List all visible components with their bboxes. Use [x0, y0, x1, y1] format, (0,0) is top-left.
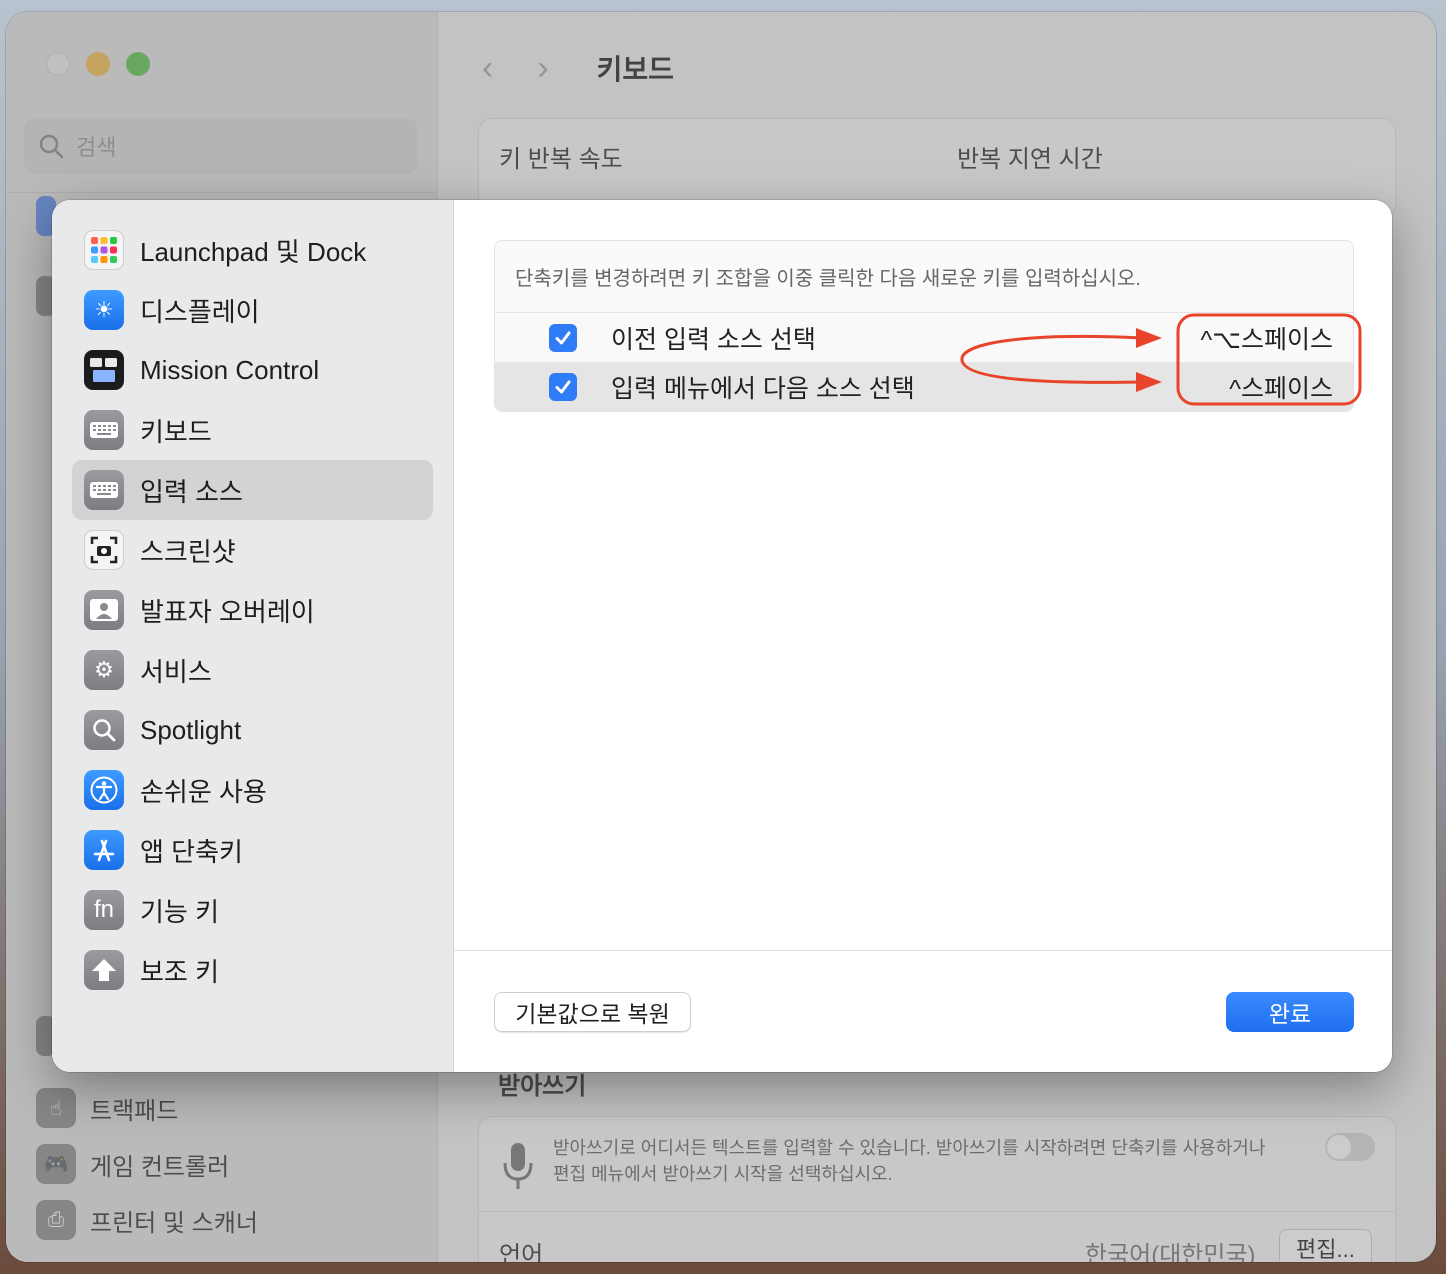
- category-function-keys[interactable]: fn 기능 키: [72, 880, 433, 940]
- search-placeholder: 검색: [76, 135, 117, 160]
- shortcut-pane: 단축키를 변경하려면 키 조합을 이중 클릭한 다음 새로운 키를 입력하십시오…: [454, 200, 1392, 1072]
- sidebar-search-input[interactable]: 검색: [24, 118, 418, 174]
- category-keyboard[interactable]: 키보드: [72, 400, 433, 460]
- back-button[interactable]: ‹: [482, 49, 493, 88]
- close-window-button[interactable]: [46, 52, 70, 76]
- fn-key-icon: fn: [84, 890, 124, 930]
- category-label: 디스플레이: [140, 296, 260, 327]
- category-accessibility[interactable]: 손쉬운 사용: [72, 760, 433, 820]
- done-button[interactable]: 완료: [1226, 992, 1354, 1032]
- search-icon: [39, 134, 64, 159]
- dictation-toggle[interactable]: [1325, 1133, 1375, 1161]
- repeat-delay-label: 반복 지연 시간: [957, 146, 1103, 173]
- language-value: 한국어(대한민국): [1085, 1242, 1256, 1262]
- dictation-description: 편집 메뉴에서 받아쓰기 시작을 선택하십시오.: [553, 1164, 893, 1184]
- spotlight-search-icon: [84, 710, 124, 750]
- category-mission-control[interactable]: Mission Control: [72, 340, 433, 400]
- keyboard-shortcuts-dialog: Launchpad 및 Dock ☀ 디스플레이 Mission Control…: [52, 200, 1392, 1072]
- category-label: Mission Control: [140, 354, 320, 385]
- checkmark-icon: [555, 331, 571, 344]
- category-label: 스크린샷: [140, 536, 236, 567]
- shortcut-row-previous-source[interactable]: 이전 입력 소스 선택 ^⌥스페이스: [495, 313, 1353, 362]
- shortcut-label: 입력 메뉴에서 다음 소스 선택: [611, 374, 915, 403]
- category-label: 손쉬운 사용: [140, 776, 267, 807]
- category-app-shortcuts[interactable]: 앱 단축키: [72, 820, 433, 880]
- shortcut-enable-checkbox[interactable]: [549, 323, 577, 352]
- category-label: 서비스: [140, 656, 212, 687]
- shortcut-hint: 단축키를 변경하려면 키 조합을 이중 클릭한 다음 새로운 키를 입력하십시오…: [495, 241, 1353, 313]
- category-label: 입력 소스: [140, 476, 243, 507]
- zoom-window-button[interactable]: [126, 52, 150, 76]
- presenter-overlay-icon: [84, 590, 124, 630]
- category-label: 키보드: [140, 416, 212, 447]
- window-controls: [46, 52, 150, 76]
- shortcut-label: 이전 입력 소스 선택: [611, 325, 816, 354]
- shortcut-row-next-source[interactable]: 입력 메뉴에서 다음 소스 선택 ^스페이스: [495, 362, 1353, 411]
- sidebar-list: ☝ 트랙패드 🎮 게임 컨트롤러 ⎙ 프린터 및 스캐너: [36, 1080, 258, 1248]
- keyboard-icon: [84, 410, 124, 450]
- screenshot-icon: [84, 530, 124, 570]
- app-shortcuts-icon: [84, 830, 124, 870]
- category-modifier-keys[interactable]: 보조 키: [72, 940, 433, 1000]
- category-screenshots[interactable]: 스크린샷: [72, 520, 433, 580]
- category-input-sources[interactable]: 입력 소스: [72, 460, 433, 520]
- category-label: 발표자 오버레이: [140, 596, 315, 627]
- printer-icon: ⎙: [36, 1200, 76, 1240]
- services-gear-icon: ⚙: [84, 650, 124, 690]
- key-repeat-label: 키 반복 속도: [499, 146, 623, 173]
- dictation-card: 받아쓰기로 어디서든 텍스트를 입력할 수 있습니다. 받아쓰기를 시작하려면 …: [478, 1116, 1396, 1262]
- category-label: 보조 키: [140, 956, 219, 987]
- gamepad-icon: 🎮: [36, 1144, 76, 1184]
- restore-defaults-button[interactable]: 기본값으로 복원: [494, 992, 691, 1032]
- sidebar-item-label: 트랙패드: [90, 1097, 179, 1125]
- category-display[interactable]: ☀ 디스플레이: [72, 280, 433, 340]
- shortcut-categories: Launchpad 및 Dock ☀ 디스플레이 Mission Control…: [52, 200, 454, 1072]
- launchpad-icon: [84, 230, 124, 270]
- dialog-footer-divider: [454, 950, 1392, 951]
- forward-button[interactable]: ›: [537, 49, 548, 88]
- language-edit-button[interactable]: 편집...: [1279, 1229, 1372, 1262]
- category-label: Launchpad 및 Dock: [140, 236, 367, 267]
- shortcut-enable-checkbox[interactable]: [549, 372, 577, 401]
- category-label: 기능 키: [140, 896, 219, 927]
- category-label: Spotlight: [140, 714, 242, 745]
- sidebar-item-label: 프린터 및 스캐너: [90, 1209, 258, 1237]
- category-label: 앱 단축키: [140, 836, 243, 867]
- mission-control-icon: [84, 350, 124, 390]
- language-label: 언어: [499, 1242, 544, 1262]
- input-source-icon: [84, 470, 124, 510]
- dictation-description: 받아쓰기로 어디서든 텍스트를 입력할 수 있습니다. 받아쓰기를 시작하려면 …: [553, 1138, 1266, 1158]
- shortcut-keys[interactable]: ^⌥스페이스: [1200, 320, 1333, 356]
- trackpad-icon: ☝: [36, 1088, 76, 1128]
- modifier-key-icon: [84, 950, 124, 990]
- minimize-window-button[interactable]: [86, 52, 110, 76]
- sidebar-item-printers[interactable]: ⎙ 프린터 및 스캐너: [36, 1192, 258, 1248]
- toolbar: ‹ › 키보드: [482, 48, 674, 88]
- page-title: 키보드: [596, 54, 674, 85]
- category-services[interactable]: ⚙ 서비스: [72, 640, 433, 700]
- display-brightness-icon: ☀: [84, 290, 124, 330]
- checkmark-icon: [555, 380, 571, 393]
- category-launchpad-dock[interactable]: Launchpad 및 Dock: [72, 220, 433, 280]
- sidebar-item-label: 게임 컨트롤러: [90, 1153, 230, 1181]
- category-spotlight[interactable]: Spotlight: [72, 700, 433, 760]
- sidebar-item-game-controller[interactable]: 🎮 게임 컨트롤러: [36, 1136, 258, 1192]
- category-presenter-overlay[interactable]: 발표자 오버레이: [72, 580, 433, 640]
- shortcut-table: 단축키를 변경하려면 키 조합을 이중 클릭한 다음 새로운 키를 입력하십시오…: [494, 240, 1354, 412]
- shortcut-keys[interactable]: ^스페이스: [1229, 369, 1333, 405]
- accessibility-icon: [84, 770, 124, 810]
- microphone-icon: [503, 1143, 533, 1189]
- sidebar-item-trackpad[interactable]: ☝ 트랙패드: [36, 1080, 258, 1136]
